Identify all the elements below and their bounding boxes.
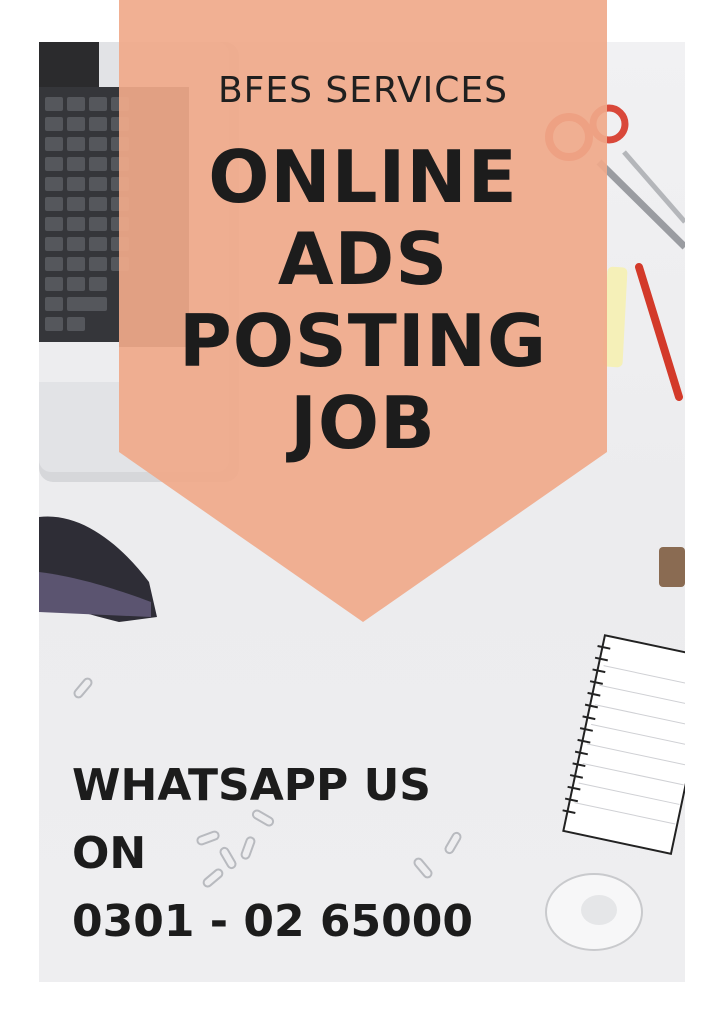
contact-info: WHATSAPP US ON 0301 - 02 65000 <box>72 752 473 956</box>
contact-line: ON <box>72 828 147 879</box>
tape-dispenser-image <box>545 873 643 951</box>
headline-line: ADS <box>277 217 449 301</box>
headline: ONLINE ADS POSTING JOB <box>119 136 607 464</box>
phone-number: 0301 - 02 65000 <box>72 896 473 947</box>
marker-pens-image <box>602 263 683 401</box>
contact-line: WHATSAPP US <box>72 760 431 811</box>
notebook-image <box>562 634 685 855</box>
headline-line: JOB <box>290 381 436 465</box>
headline-line: POSTING <box>178 299 548 383</box>
jar-image <box>659 547 685 587</box>
brand-name: BFES SERVICES <box>217 70 509 111</box>
headline-line: ONLINE <box>208 135 518 219</box>
